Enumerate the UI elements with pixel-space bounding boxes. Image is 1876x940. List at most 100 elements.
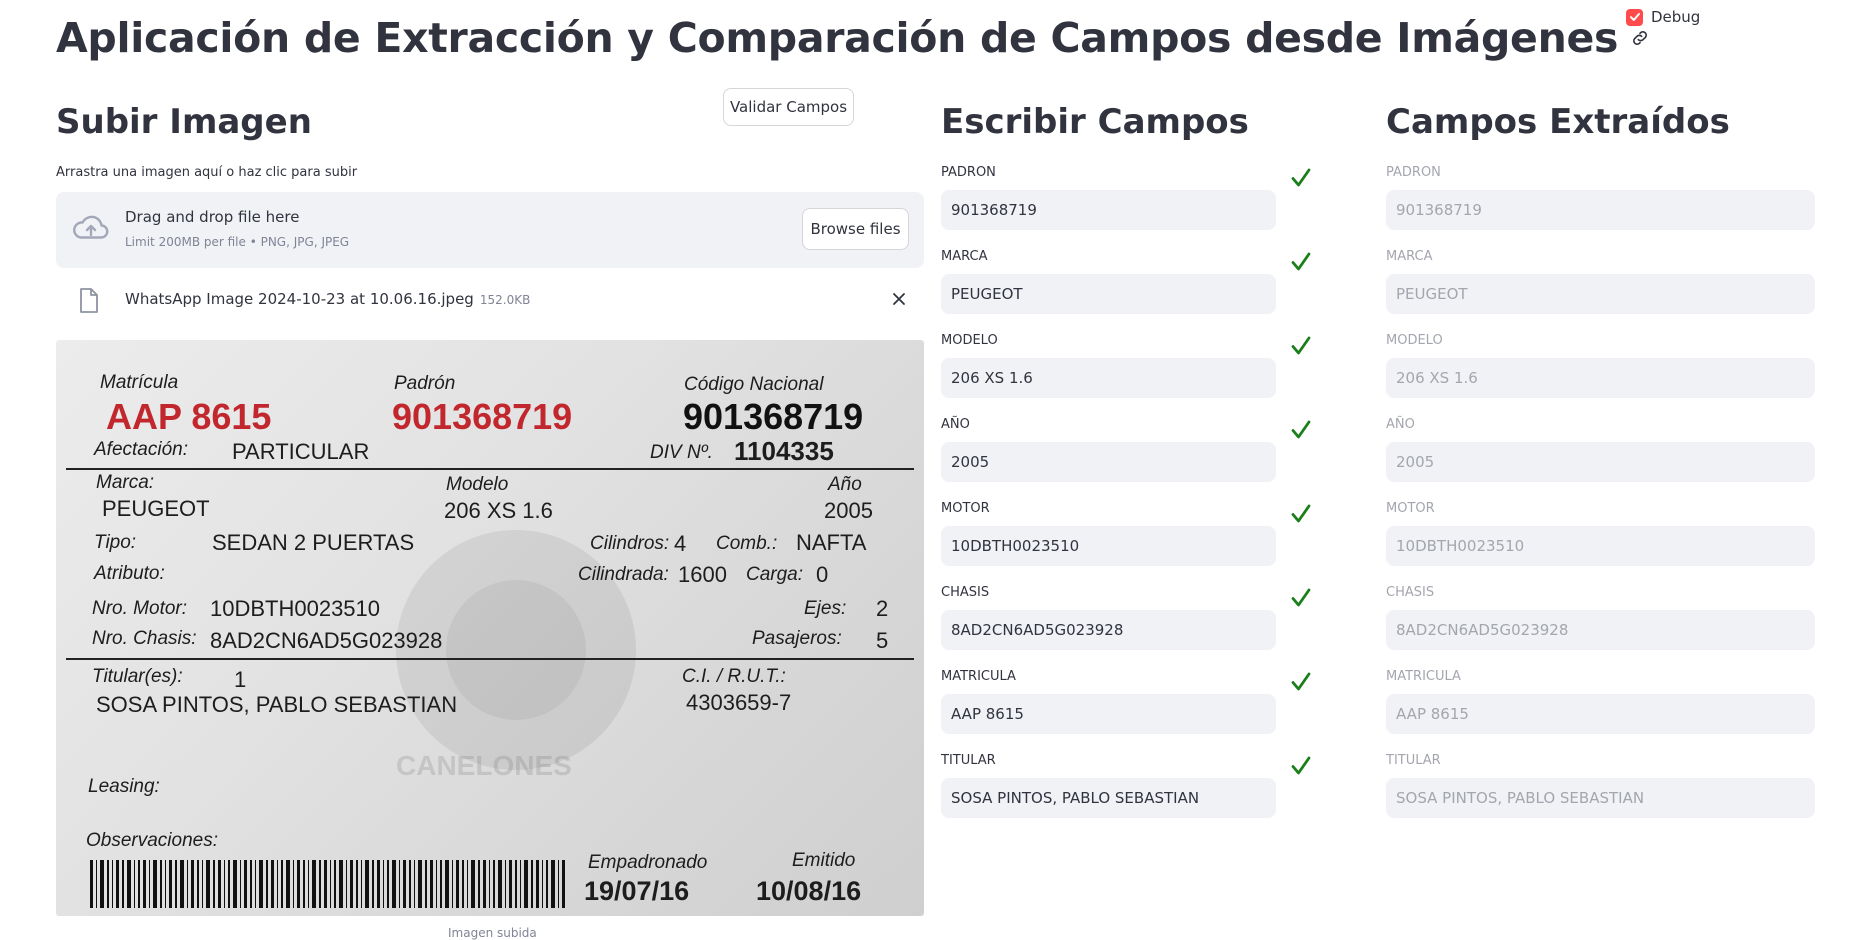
card-barcode <box>90 860 565 908</box>
card-cilindros: 4 <box>674 531 687 556</box>
card-titular: SOSA PINTOS, PABLO SEBASTIAN <box>96 692 458 717</box>
write-field-label: AÑO <box>941 417 970 432</box>
card-divider <box>66 468 914 470</box>
checkmark-icon <box>1291 672 1311 691</box>
write-field-input[interactable]: AAP 8615 <box>941 694 1276 734</box>
extracted-field-input: SOSA PINTOS, PABLO SEBASTIAN <box>1386 778 1815 818</box>
file-dropzone[interactable]: Drag and drop file here Limit 200MB per … <box>56 192 924 268</box>
card-afectacion: PARTICULAR <box>232 439 370 464</box>
card-chasis-label: Nro. Chasis: <box>92 628 197 649</box>
card-emitido-label: Emitido <box>792 850 856 871</box>
extracted-field-input: 2005 <box>1386 442 1815 482</box>
card-marca-label: Marca: <box>96 472 155 493</box>
page-title: Aplicación de Extracción y Comparación d… <box>56 14 1650 62</box>
extracted-field-label: MARCA <box>1386 249 1433 264</box>
write-field-label: MOTOR <box>941 501 990 516</box>
checkmark-icon <box>1291 588 1311 607</box>
extracted-field-label: CHASIS <box>1386 585 1435 600</box>
extracted-field-label: AÑO <box>1386 417 1415 432</box>
close-icon[interactable] <box>892 292 906 306</box>
write-field-input[interactable]: 206 XS 1.6 <box>941 358 1276 398</box>
card-codigo: 901368719 <box>683 396 864 437</box>
dropzone-instructions: Drag and drop file here <box>125 208 300 226</box>
card-matricula: AAP 8615 <box>106 396 272 437</box>
upload-heading: Subir Imagen <box>56 102 312 142</box>
checkmark-icon <box>1291 168 1311 187</box>
card-carga-label: Carga: <box>746 564 804 585</box>
uploaded-image: CANELONES Matrícula AAP 8615 Padrón 9013… <box>56 340 924 916</box>
uploaded-file: WhatsApp Image 2024-10-23 at 10.06.16.jp… <box>56 282 924 318</box>
checkmark-icon <box>1291 756 1311 775</box>
write-field-label: TITULAR <box>941 753 996 768</box>
write-field-label: CHASIS <box>941 585 990 600</box>
card-ci: 4303659-7 <box>686 690 792 715</box>
card-empadronado-label: Empadronado <box>588 852 708 873</box>
extracted-field-label: MODELO <box>1386 333 1443 348</box>
card-marca: PEUGEOT <box>102 496 210 521</box>
write-field-input[interactable]: 2005 <box>941 442 1276 482</box>
write-field-input[interactable]: 901368719 <box>941 190 1276 230</box>
cloud-upload-icon <box>73 215 109 239</box>
card-matricula-label: Matrícula <box>100 372 179 393</box>
write-field-input[interactable]: 10DBTH0023510 <box>941 526 1276 566</box>
card-comb-label: Comb.: <box>716 533 778 554</box>
card-ci-label: C.I. / R.U.T.: <box>682 666 786 687</box>
card-tipo-label: Tipo: <box>94 532 137 553</box>
card-cilindrada: 1600 <box>678 562 727 587</box>
browse-files-button[interactable]: Browse files <box>802 208 909 250</box>
card-divider <box>66 658 914 660</box>
extracted-field-label: TITULAR <box>1386 753 1441 768</box>
extracted-field-input: PEUGEOT <box>1386 274 1815 314</box>
checkmark-icon <box>1291 252 1311 271</box>
card-motor-label: Nro. Motor: <box>92 598 188 619</box>
card-empadronado: 19/07/16 <box>584 876 690 906</box>
card-carga: 0 <box>816 562 829 587</box>
card-ejes-label: Ejes: <box>804 598 847 619</box>
extracted-field-input: AAP 8615 <box>1386 694 1815 734</box>
extracted-field-label: PADRON <box>1386 165 1441 180</box>
card-tipo: SEDAN 2 PUERTAS <box>212 530 415 555</box>
write-field-input[interactable]: PEUGEOT <box>941 274 1276 314</box>
write-field-label: MODELO <box>941 333 998 348</box>
debug-label: Debug <box>1651 8 1701 26</box>
page-title-text: Aplicación de Extracción y Comparación d… <box>56 14 1619 62</box>
link-icon[interactable] <box>1630 28 1650 48</box>
file-name: WhatsApp Image 2024-10-23 at 10.06.16.jp… <box>125 290 531 308</box>
card-div: 1104335 <box>734 436 834 466</box>
card-motor: 10DBTH0023510 <box>210 596 381 621</box>
file-size: 152.0KB <box>479 293 531 307</box>
extracted-fields-heading: Campos Extraídos <box>1386 102 1730 142</box>
write-field-input[interactable]: SOSA PINTOS, PABLO SEBASTIAN <box>941 778 1276 818</box>
card-codigo-label: Código Nacional <box>684 374 824 395</box>
image-caption: Imagen subida <box>448 926 537 940</box>
card-padron: 901368719 <box>392 396 573 437</box>
card-modelo-label: Modelo <box>446 474 509 495</box>
write-fields-heading: Escribir Campos <box>941 102 1249 142</box>
card-anio-label: Año <box>828 474 862 495</box>
extracted-field-input: 8AD2CN6AD5G023928 <box>1386 610 1815 650</box>
card-atributo-label: Atributo: <box>94 563 165 584</box>
extracted-field-input: 10DBTH0023510 <box>1386 526 1815 566</box>
dropzone-limit: Limit 200MB per file • PNG, JPG, JPEG <box>125 235 350 249</box>
write-field-label: MARCA <box>941 249 988 264</box>
card-comb: NAFTA <box>796 530 867 555</box>
validate-button[interactable]: Validar Campos <box>723 88 854 126</box>
upload-label: Arrastra una imagen aquí o haz clic para… <box>56 165 358 180</box>
extracted-field-label: MOTOR <box>1386 501 1435 516</box>
card-titular-count: 1 <box>234 667 247 692</box>
card-ejes: 2 <box>876 596 889 621</box>
extracted-field-label: MATRICULA <box>1386 669 1461 684</box>
card-modelo: 206 XS 1.6 <box>444 498 553 523</box>
card-cilindros-label: Cilindros: <box>590 533 670 554</box>
card-cilindrada-label: Cilindrada: <box>578 564 669 585</box>
checkmark-icon <box>1291 504 1311 523</box>
file-icon <box>80 288 98 313</box>
extracted-field-input: 206 XS 1.6 <box>1386 358 1815 398</box>
card-div-label: DIV Nº. <box>650 442 713 463</box>
card-observaciones-label: Observaciones: <box>86 830 219 851</box>
write-field-input[interactable]: 8AD2CN6AD5G023928 <box>941 610 1276 650</box>
write-field-label: PADRON <box>941 165 996 180</box>
checkmark-icon <box>1291 336 1311 355</box>
card-titular-label: Titular(es): <box>92 666 183 687</box>
card-afectacion-label: Afectación: <box>94 439 188 460</box>
